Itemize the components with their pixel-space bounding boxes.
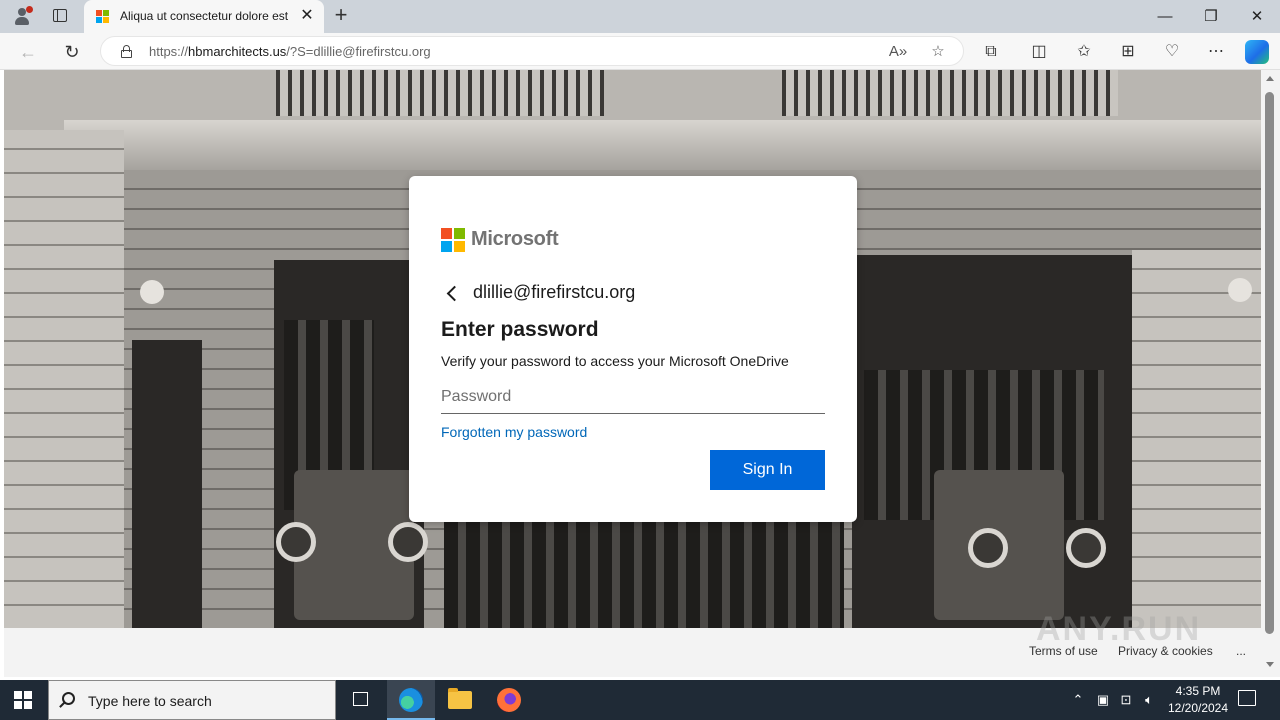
back-button[interactable]: ←: [15, 39, 41, 65]
footer-more-link[interactable]: ...: [1236, 644, 1246, 658]
lock-icon[interactable]: [121, 45, 132, 58]
favorite-star-icon[interactable]: ☆: [927, 41, 949, 63]
tray-device-icon[interactable]: ▣: [1094, 690, 1112, 710]
restore-button[interactable]: ❐: [1188, 0, 1234, 33]
search-placeholder: Type here to search: [88, 693, 212, 709]
tray-chevron-icon[interactable]: ⌃: [1070, 690, 1086, 710]
search-icon: [62, 692, 75, 705]
file-explorer-button[interactable]: [436, 680, 484, 720]
windows-start-icon[interactable]: [14, 691, 32, 709]
taskbar-search-box[interactable]: Type here to search: [48, 680, 336, 720]
address-bar[interactable]: https://hbmarchitects.us/?S=dlillie@fire…: [100, 36, 964, 66]
notification-icon[interactable]: [1238, 690, 1256, 706]
url-text[interactable]: https://hbmarchitects.us/?S=dlillie@fire…: [149, 44, 431, 59]
minimize-button[interactable]: —: [1142, 0, 1188, 33]
scroll-up-icon[interactable]: [1266, 76, 1274, 81]
split-screen-icon[interactable]: ◫: [1026, 39, 1052, 65]
copilot-icon[interactable]: [1245, 40, 1269, 64]
system-clock[interactable]: 4:35 PM 12/20/2024: [1160, 683, 1236, 717]
favorites-icon[interactable]: ✩: [1071, 39, 1097, 65]
microsoft-logo-icon: [441, 228, 465, 252]
scroll-thumb[interactable]: [1265, 92, 1274, 634]
volume-icon[interactable]: 🔈︎: [1140, 690, 1158, 710]
browser-tab-strip: Aliqua ut consectetur dolore est ✕ + — ❐…: [0, 0, 1280, 33]
task-view-button[interactable]: [336, 680, 384, 720]
profile-icon[interactable]: [12, 6, 33, 26]
firefox-taskbar-button[interactable]: [485, 680, 533, 720]
back-arrow-icon[interactable]: [445, 283, 459, 303]
more-icon[interactable]: ⋯: [1203, 39, 1229, 65]
network-icon[interactable]: ⊡: [1117, 690, 1135, 710]
clock-time: 4:35 PM: [1175, 684, 1221, 698]
folder-icon: [448, 688, 472, 709]
page-title: Enter password: [441, 318, 599, 341]
extensions-icon[interactable]: ⧉: [978, 39, 1004, 65]
tab-actions-icon[interactable]: [51, 7, 69, 25]
collections-icon[interactable]: ⊞: [1115, 39, 1141, 65]
clock-date: 12/20/2024: [1167, 701, 1229, 715]
microsoft-favicon-icon: [96, 10, 109, 23]
microsoft-brand-name: Microsoft: [471, 228, 559, 250]
edge-icon: [399, 688, 423, 712]
password-field[interactable]: [441, 380, 825, 414]
firefox-icon: [497, 688, 521, 712]
forgot-password-link[interactable]: Forgotten my password: [441, 424, 587, 440]
new-tab-button[interactable]: +: [330, 4, 352, 26]
browser-tab-active[interactable]: Aliqua ut consectetur dolore est ✕: [84, 0, 324, 33]
login-subtext: Verify your password to access your Micr…: [441, 353, 789, 369]
browser-toolbar: ← ↻ https://hbmarchitects.us/?S=dlillie@…: [0, 33, 1280, 70]
scroll-down-icon[interactable]: [1266, 662, 1274, 667]
windows-taskbar: Type here to search ⌃ ▣ ⊡ 🔈︎ 4:35 PM 12/…: [0, 680, 1280, 720]
refresh-button[interactable]: ↻: [59, 39, 85, 65]
task-view-icon: [353, 692, 368, 706]
tab-title: Aliqua ut consectetur dolore est: [120, 9, 289, 23]
browser-essentials-icon[interactable]: ♡: [1159, 39, 1185, 65]
login-dialog: Microsoft dlillie@firefirstcu.org Enter …: [409, 176, 857, 522]
tab-close-icon[interactable]: ✕: [298, 7, 316, 25]
edge-taskbar-button[interactable]: [387, 680, 435, 720]
page-scrollbar[interactable]: [1261, 70, 1280, 677]
read-aloud-icon[interactable]: A»: [887, 41, 909, 63]
account-identity: dlillie@firefirstcu.org: [473, 282, 636, 302]
window-close-button[interactable]: ✕: [1234, 0, 1280, 33]
anyrun-watermark: ANY.RUN: [1036, 610, 1202, 648]
sign-in-button[interactable]: Sign In: [710, 450, 825, 490]
